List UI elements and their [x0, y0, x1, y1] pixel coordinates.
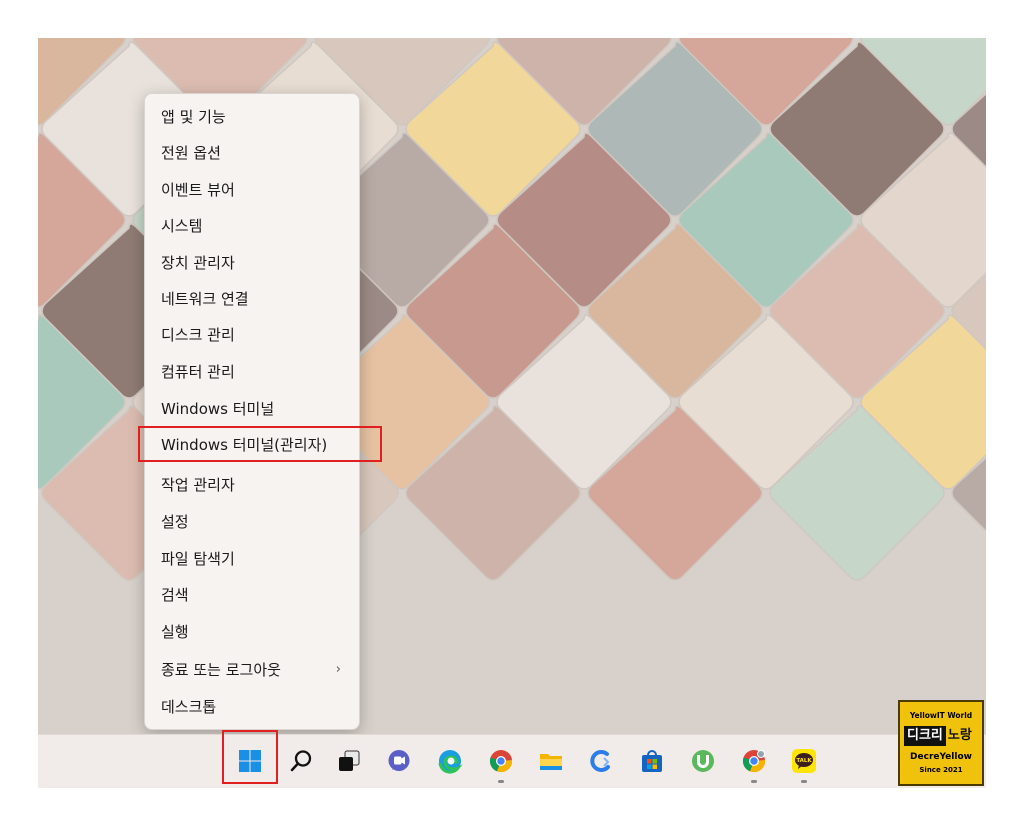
edge-icon[interactable]	[437, 748, 463, 774]
menu-item-apps-features[interactable]: 앱 및 기능	[145, 98, 359, 134]
menu-item-file-explorer[interactable]: 파일 탐색기	[145, 540, 359, 576]
file-explorer-icon[interactable]	[538, 748, 564, 774]
menu-item-label: 시스템	[161, 216, 203, 235]
desktop: 앱 및 기능 전원 옵션 이벤트 뷰어 시스템 장치 관리자 네트워크 연결 디…	[38, 38, 986, 788]
watermark-korean-title: 디크리 노랑	[904, 726, 980, 746]
menu-item-event-viewer[interactable]: 이벤트 뷰어	[145, 171, 359, 207]
store-icon[interactable]	[639, 748, 665, 774]
menu-item-search[interactable]: 검색	[145, 576, 359, 612]
kakaotalk-label: TALK	[796, 758, 812, 764]
watermark-since: Since 2021	[919, 766, 963, 774]
winx-context-menu: 앱 및 기능 전원 옵션 이벤트 뷰어 시스템 장치 관리자 네트워크 연결 디…	[144, 93, 360, 730]
menu-item-task-manager[interactable]: 작업 관리자	[145, 466, 359, 502]
menu-item-shutdown-signout[interactable]: 종료 또는 로그아웃 ›	[145, 651, 359, 687]
menu-item-label: Windows 터미널	[161, 399, 275, 418]
menu-item-label: 데스크톱	[161, 697, 217, 716]
menu-item-label: 실행	[161, 622, 189, 641]
menu-item-computer-management[interactable]: 컴퓨터 관리	[145, 353, 359, 389]
watermark-brand: DecreYellow	[910, 752, 972, 762]
menu-item-device-manager[interactable]: 장치 관리자	[145, 244, 359, 280]
menu-item-label: 이벤트 뷰어	[161, 180, 235, 199]
menu-item-settings[interactable]: 설정	[145, 503, 359, 539]
menu-item-label: 장치 관리자	[161, 253, 235, 272]
search-icon[interactable]	[289, 748, 315, 774]
task-view-icon[interactable]	[336, 748, 362, 774]
watermark-logo: YellowIT World 디크리 노랑 DecreYellow Since …	[898, 700, 984, 786]
menu-item-power-options[interactable]: 전원 옵션	[145, 134, 359, 170]
menu-item-run[interactable]: 실행	[145, 613, 359, 649]
menu-item-desktop[interactable]: 데스크톱	[145, 688, 359, 724]
chat-icon[interactable]	[386, 748, 412, 774]
menu-item-label: 디스크 관리	[161, 325, 235, 344]
menu-item-network-connections[interactable]: 네트워크 연결	[145, 280, 359, 316]
menu-item-system[interactable]: 시스템	[145, 207, 359, 243]
utorrent-icon[interactable]	[690, 748, 716, 774]
menu-item-windows-terminal[interactable]: Windows 터미널	[145, 390, 359, 426]
menu-item-label: 파일 탐색기	[161, 549, 235, 568]
running-indicator	[498, 780, 504, 783]
chrome-dev-icon[interactable]	[741, 748, 767, 774]
menu-item-label: 전원 옵션	[161, 143, 221, 162]
ccleaner-icon[interactable]	[588, 748, 614, 774]
highlight-box-start-button	[222, 730, 278, 784]
menu-item-label: 작업 관리자	[161, 475, 235, 494]
menu-item-label: 앱 및 기능	[161, 107, 226, 126]
chrome-icon[interactable]	[488, 748, 514, 774]
menu-item-label: 종료 또는 로그아웃	[161, 660, 281, 679]
menu-item-label: 컴퓨터 관리	[161, 362, 235, 381]
watermark-kr-part2: 노랑	[947, 728, 972, 743]
menu-item-disk-management[interactable]: 디스크 관리	[145, 316, 359, 352]
menu-item-label: 네트워크 연결	[161, 289, 249, 308]
kakaotalk-icon[interactable]: TALK	[791, 748, 817, 774]
menu-item-label: 설정	[161, 512, 189, 531]
highlight-box-terminal-admin	[138, 426, 382, 462]
chevron-right-icon: ›	[335, 661, 341, 677]
taskbar: TALK	[38, 734, 986, 788]
running-indicator	[751, 780, 757, 783]
watermark-kr-part1: 디크리	[904, 726, 946, 746]
running-indicator	[801, 780, 807, 783]
watermark-top-text: YellowIT World	[909, 711, 973, 720]
menu-item-label: 검색	[161, 585, 189, 604]
